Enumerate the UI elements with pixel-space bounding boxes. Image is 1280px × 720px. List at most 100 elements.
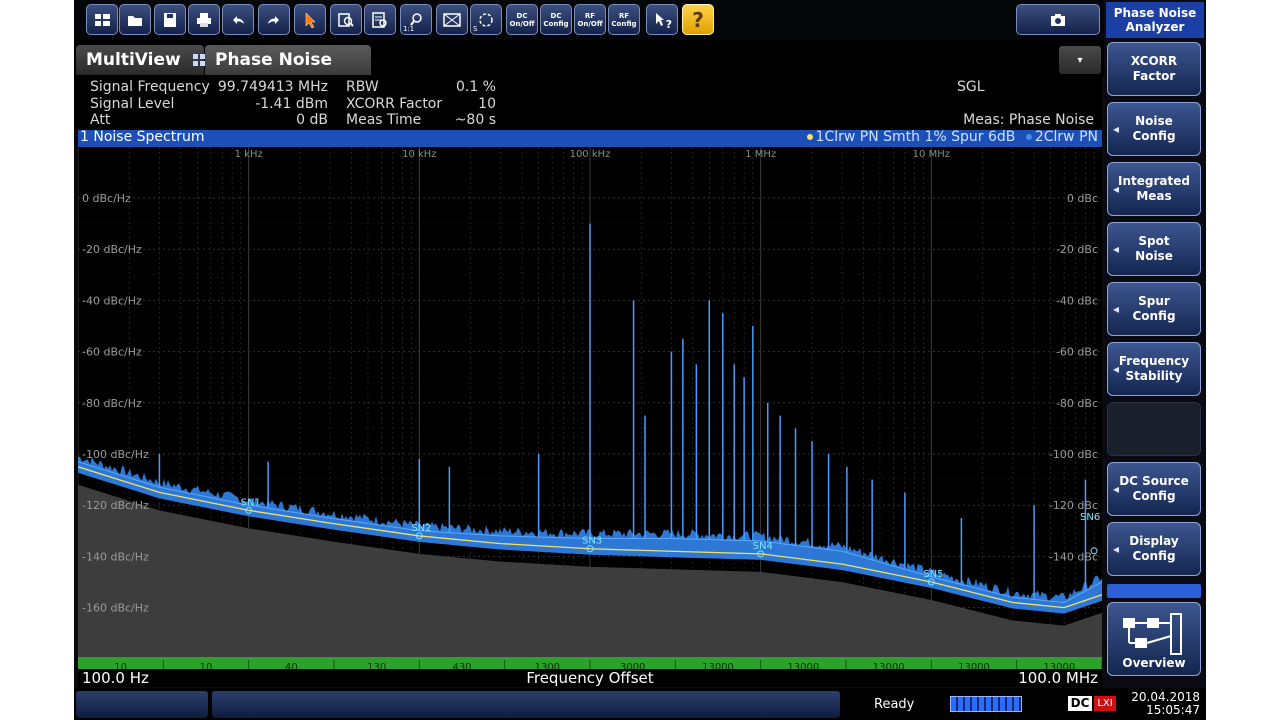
tab-phase-noise-label: Phase Noise bbox=[215, 50, 332, 70]
tab-multiview[interactable]: MultiView bbox=[76, 45, 205, 75]
softkey-integrated-meas[interactable]: ◂ Integrated Meas bbox=[1107, 162, 1201, 216]
marker-label: SN3 bbox=[582, 536, 602, 547]
softkey-panel-title: Phase Noise Analyzer bbox=[1106, 2, 1204, 38]
print-icon bbox=[197, 12, 211, 27]
select-pointer-button[interactable] bbox=[294, 4, 326, 35]
print-button[interactable] bbox=[188, 4, 220, 35]
xcorr-label: XCORR Factor bbox=[346, 96, 443, 112]
dc-on-off-button[interactable]: DC On/Off bbox=[506, 4, 538, 35]
undo-icon bbox=[233, 15, 244, 24]
button-line2: Config bbox=[543, 19, 569, 28]
zoom-icon bbox=[338, 12, 354, 27]
meas-time-label: Meas Time bbox=[346, 112, 422, 128]
tab-phase-noise[interactable]: Phase Noise bbox=[205, 45, 371, 75]
tab-row: MultiView Phase Noise ▾ bbox=[74, 40, 1176, 77]
softkey-frequency-stability[interactable]: ◂ Frequency Stability bbox=[1107, 342, 1201, 396]
submenu-arrow-icon: ◂ bbox=[1113, 182, 1120, 196]
y-axis-label: -140 dBc/Hz bbox=[82, 550, 149, 563]
trace2-legend: 2Clrw PN bbox=[1034, 129, 1098, 145]
context-help-button[interactable]: ? bbox=[646, 4, 678, 35]
trace1-dot-icon bbox=[806, 134, 813, 140]
signal-frequency-value: 99.749413 MHz bbox=[217, 79, 328, 95]
softkey-spot-noise[interactable]: ◂ Spot Noise bbox=[1107, 222, 1201, 276]
y-axis-label: -100 dBc/Hz bbox=[82, 448, 149, 461]
display-icon bbox=[443, 12, 461, 27]
overview-flow-icon bbox=[1123, 613, 1182, 655]
sequence-button[interactable]: S bbox=[470, 4, 502, 35]
y-axis-label: 0 dBc/Hz bbox=[82, 192, 131, 205]
select-pointer-icon bbox=[305, 11, 316, 28]
camera-icon bbox=[1051, 13, 1065, 26]
marker-label: SN6 bbox=[1080, 512, 1100, 523]
y-axis-label: -160 dBc/Hz bbox=[82, 602, 149, 615]
context-help-label: ? bbox=[665, 18, 672, 31]
redo-button[interactable] bbox=[258, 4, 290, 35]
status-ready: Ready bbox=[874, 697, 915, 712]
multiview-grid-icon bbox=[192, 54, 205, 66]
softkey-label: Frequency Stability bbox=[1118, 354, 1190, 383]
measurement-name: Meas: Phase Noise bbox=[963, 112, 1094, 128]
meas-time-value: ~80 s bbox=[454, 112, 496, 128]
windows-button[interactable] bbox=[86, 4, 118, 35]
noise-spectrum-plot[interactable]: 1 kHz 10 kHz 100 kHz 1 MHz 10 MHz 0 dBc/Hz -20… bbox=[78, 147, 1102, 657]
softkey-xcorr-factor[interactable]: XCORR Factor bbox=[1107, 42, 1201, 96]
y-axis-label-right: -120 dBc bbox=[1049, 499, 1098, 512]
signal-level-label: Signal Level bbox=[90, 96, 175, 112]
y-axis-label: -80 dBc/Hz bbox=[82, 397, 142, 410]
y-axis-label: -40 dBc/Hz bbox=[82, 294, 142, 307]
x-axis-row: 100.0 Hz Frequency Offset 100.0 MHz bbox=[78, 669, 1102, 687]
y-axis-label-right: -20 dBc bbox=[1056, 243, 1098, 256]
multi-zoom-button[interactable] bbox=[364, 4, 396, 35]
y-axis-label-right: -60 dBc bbox=[1056, 346, 1098, 359]
measurement-info-panel: Signal Frequency 99.749413 MHz Signal Le… bbox=[74, 77, 1102, 130]
average-count-bar: 10 10 40 130 430 1300 3000 13000 13000 13000 13000… bbox=[78, 657, 1103, 673]
zoom-button[interactable] bbox=[330, 4, 362, 35]
softkey-dc-source-config[interactable]: ◂ DC Source Config bbox=[1107, 462, 1201, 516]
redo-icon bbox=[268, 15, 279, 24]
signal-frequency-label: Signal Frequency bbox=[90, 79, 210, 95]
rf-config-button[interactable]: RF Config bbox=[608, 4, 640, 35]
softkey-noise-config[interactable]: ◂ Noise Config bbox=[1107, 102, 1201, 156]
toolbar-button-label: 1:1 bbox=[403, 25, 415, 33]
save-button[interactable] bbox=[154, 4, 186, 35]
marker-label: SN2 bbox=[411, 523, 431, 534]
x-end-label: 100.0 MHz bbox=[1018, 669, 1098, 687]
trace-legend: 1Clrw PN Smth 1% Spur 6dB 2Clrw PN bbox=[806, 129, 1098, 145]
window-dropdown-button[interactable]: ▾ bbox=[1059, 46, 1101, 74]
button-line1: RF bbox=[584, 11, 596, 20]
toolbar: 1:1 S DC On/Off DC Config RF On/Off RF Config?? bbox=[74, 0, 1176, 40]
rbw-label: RBW bbox=[346, 79, 379, 95]
rbw-value: 0.1 % bbox=[455, 79, 496, 95]
windows-icon bbox=[95, 13, 110, 26]
status-segment-left bbox=[76, 691, 208, 718]
save-icon bbox=[164, 12, 176, 27]
top-tick-label: 10 MHz bbox=[913, 149, 950, 160]
softkey-spur-config[interactable]: ◂ Spur Config bbox=[1107, 282, 1201, 336]
y-axis-label-right: -80 dBc bbox=[1056, 397, 1098, 410]
y-axis-label-right: -100 dBc bbox=[1049, 448, 1098, 461]
top-tick-label: 100 kHz bbox=[570, 149, 611, 160]
open-button[interactable] bbox=[119, 4, 151, 35]
att-label: Att bbox=[90, 112, 111, 128]
submenu-arrow-icon: ◂ bbox=[1113, 542, 1120, 556]
button-line1: DC bbox=[516, 11, 528, 20]
submenu-arrow-icon: ◂ bbox=[1113, 362, 1120, 376]
softkey-label: Spur Config bbox=[1132, 294, 1176, 323]
diagram-title-bar[interactable]: 1 Noise Spectrum 1Clrw PN Smth 1% Spur 6… bbox=[78, 129, 1102, 147]
undo-button[interactable] bbox=[222, 4, 254, 35]
button-line2: Config bbox=[611, 19, 637, 28]
button-line2: On/Off bbox=[509, 19, 535, 28]
y-axis-label: -60 dBc/Hz bbox=[82, 346, 142, 359]
help-icon: ? bbox=[692, 7, 704, 32]
screenshot-button[interactable] bbox=[1016, 4, 1100, 35]
marker-label: SN4 bbox=[753, 541, 773, 552]
softkey-display-config[interactable]: ◂ Display Config bbox=[1107, 522, 1201, 576]
zoom-1to1-button[interactable]: 1:1 bbox=[400, 4, 432, 35]
help-button[interactable]: ? bbox=[682, 4, 714, 35]
y-axis-label-right: -140 dBc bbox=[1049, 550, 1098, 563]
dc-config-button[interactable]: DC Config bbox=[540, 4, 572, 35]
display-button[interactable] bbox=[436, 4, 468, 35]
overview-button[interactable]: Overview bbox=[1107, 602, 1201, 676]
softkey-label: Display Config bbox=[1129, 534, 1179, 563]
rf-on-off-button[interactable]: RF On/Off bbox=[574, 4, 606, 35]
